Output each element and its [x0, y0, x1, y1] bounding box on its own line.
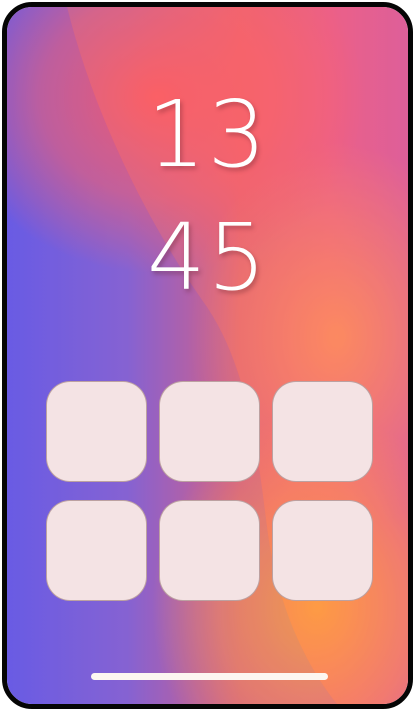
- app-slot-5[interactable]: [159, 500, 260, 601]
- app-slot-2[interactable]: [159, 381, 260, 482]
- clock-minutes: 45: [146, 204, 269, 311]
- app-grid: [46, 381, 373, 601]
- phone-frame: 13 45: [2, 2, 413, 709]
- clock-hours: 13: [146, 81, 269, 188]
- app-slot-4[interactable]: [46, 500, 147, 601]
- home-indicator[interactable]: [91, 673, 328, 680]
- app-slot-6[interactable]: [272, 500, 373, 601]
- app-slot-3[interactable]: [272, 381, 373, 482]
- app-slot-1[interactable]: [46, 381, 147, 482]
